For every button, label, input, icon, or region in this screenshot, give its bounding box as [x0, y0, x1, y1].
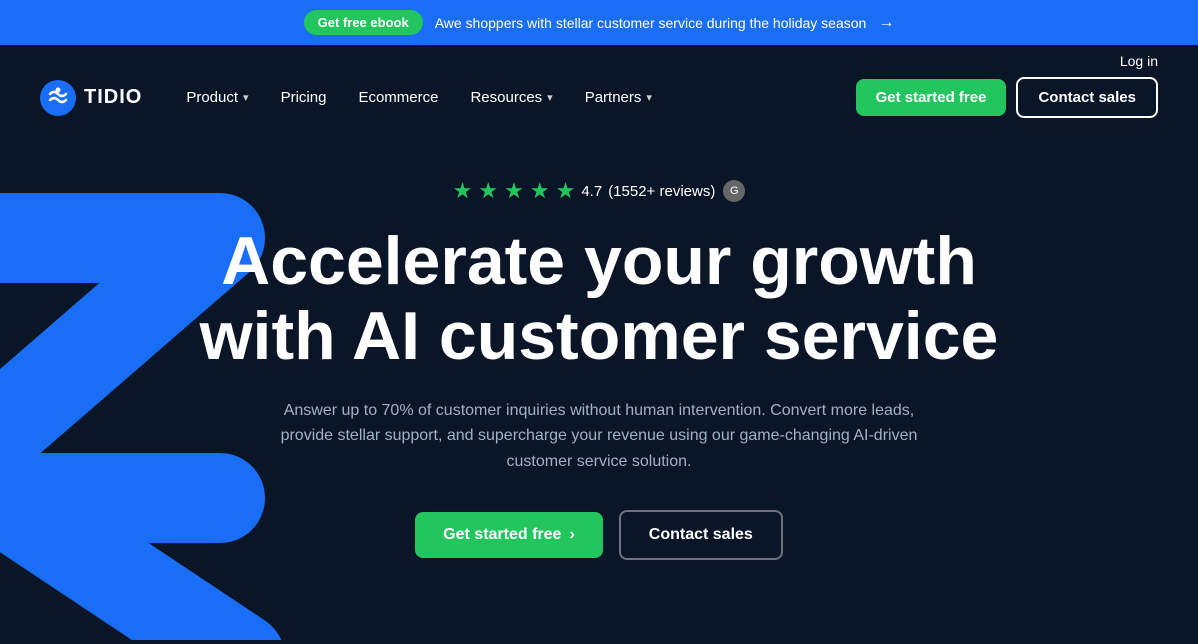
star-1: ★ — [453, 178, 473, 204]
navbar: TIDIO Product ▾ Pricing Ecommerce Resour… — [0, 77, 1198, 138]
contact-sales-hero-button[interactable]: Contact sales — [619, 510, 783, 560]
star-3: ★ — [504, 178, 524, 204]
nav-item-partners[interactable]: Partners ▾ — [571, 81, 666, 114]
ebook-button[interactable]: Get free ebook — [304, 10, 423, 35]
hero-title-line2: with AI customer service — [200, 298, 999, 374]
nav-item-pricing[interactable]: Pricing — [267, 81, 341, 114]
login-link[interactable]: Log in — [1120, 53, 1158, 69]
banner-arrow-icon: → — [878, 14, 894, 32]
nav-label-ecommerce: Ecommerce — [358, 89, 438, 106]
header-top: Log in — [0, 45, 1198, 77]
nav-item-product[interactable]: Product ▾ — [172, 81, 262, 114]
nav-label-pricing: Pricing — [281, 89, 327, 106]
tidio-logo-icon — [40, 80, 76, 116]
chevron-down-icon: ▾ — [243, 91, 249, 104]
chevron-down-icon-partners: ▾ — [646, 91, 652, 104]
nav-ctas: Get started free Contact sales — [856, 77, 1158, 118]
get-started-free-nav-button[interactable]: Get started free — [856, 79, 1007, 116]
logo[interactable]: TIDIO — [40, 80, 142, 116]
star-2: ★ — [478, 178, 498, 204]
capterra-icon: G — [723, 180, 745, 202]
logo-text: TIDIO — [84, 86, 142, 109]
hero-content: ★ ★ ★ ★ ★ 4.7 (1552+ reviews) G Accelera… — [200, 178, 999, 560]
star-4: ★ — [530, 178, 550, 204]
nav-label-product: Product — [186, 89, 238, 106]
hero-title: Accelerate your growth with AI customer … — [200, 224, 999, 374]
nav-items: Product ▾ Pricing Ecommerce Resources ▾ … — [172, 81, 855, 114]
rating-row: ★ ★ ★ ★ ★ 4.7 (1552+ reviews) G — [200, 178, 999, 204]
hero-section: ★ ★ ★ ★ ★ 4.7 (1552+ reviews) G Accelera… — [0, 138, 1198, 640]
hero-ctas: Get started free › Contact sales — [200, 510, 999, 560]
hero-title-line1: Accelerate your growth — [221, 223, 977, 299]
hero-cta-arrow-icon: › — [569, 526, 574, 544]
nav-label-partners: Partners — [585, 89, 642, 106]
contact-sales-nav-button[interactable]: Contact sales — [1016, 77, 1158, 118]
rating-reviews: (1552+ reviews) — [608, 183, 715, 200]
get-started-free-hero-button[interactable]: Get started free › — [415, 512, 603, 558]
hero-subtitle: Answer up to 70% of customer inquiries w… — [269, 398, 929, 475]
banner-text: Awe shoppers with stellar customer servi… — [435, 15, 867, 31]
chevron-down-icon-resources: ▾ — [547, 91, 553, 104]
star-5: ★ — [556, 178, 576, 204]
nav-item-ecommerce[interactable]: Ecommerce — [344, 81, 452, 114]
nav-item-resources[interactable]: Resources ▾ — [456, 81, 566, 114]
top-banner: Get free ebook Awe shoppers with stellar… — [0, 0, 1198, 45]
hero-cta-primary-label: Get started free — [443, 526, 561, 544]
rating-score: 4.7 — [581, 183, 602, 200]
nav-label-resources: Resources — [470, 89, 542, 106]
